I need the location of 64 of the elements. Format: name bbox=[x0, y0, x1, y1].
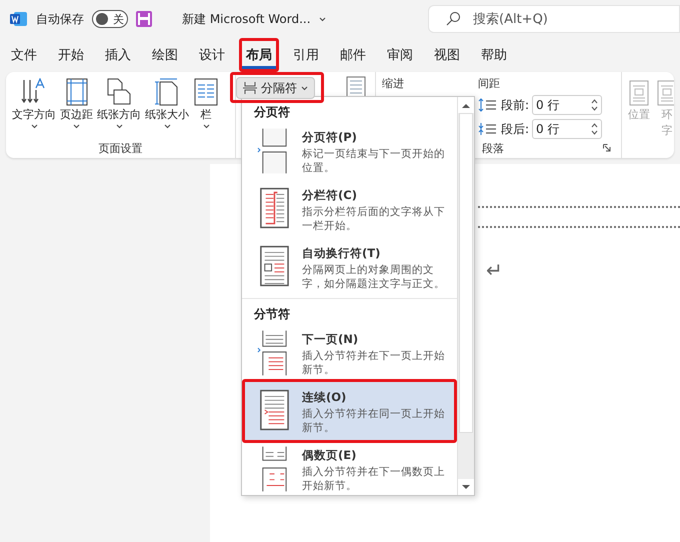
search-field[interactable]: 搜索(Alt+Q) bbox=[428, 5, 680, 33]
search-icon bbox=[445, 11, 461, 27]
ribbon-button[interactable]: 栏 bbox=[193, 76, 219, 140]
ribbon-tab[interactable]: 视图 bbox=[427, 38, 467, 72]
space-after-icon bbox=[478, 122, 498, 136]
caret-icon bbox=[30, 124, 38, 129]
menu-item[interactable]: 分栏符(C) 指示分栏符后面的文字将从下一栏开始。 bbox=[245, 180, 454, 238]
spacing-label: 段前: bbox=[501, 96, 530, 114]
section-heading: 分页符 bbox=[242, 97, 457, 122]
ribbon-tab[interactable]: 设计 bbox=[192, 38, 232, 72]
spin-field[interactable]: 0 行 bbox=[532, 95, 602, 115]
scroll-up-button[interactable] bbox=[458, 97, 474, 113]
menu-item[interactable]: 偶数页(E) 插入分节符并在下一偶数页上开始新节。 bbox=[245, 440, 454, 495]
paper-size-icon bbox=[154, 78, 180, 106]
paragraph-mark: ↵ bbox=[486, 258, 504, 282]
ribbon-tab[interactable]: 文件 bbox=[4, 38, 44, 72]
orientation-icon bbox=[106, 78, 132, 106]
ribbon-tab[interactable]: 引用 bbox=[286, 38, 326, 72]
line-numbers-icon[interactable] bbox=[346, 76, 366, 98]
ribbon-tab[interactable]: 邮件 bbox=[333, 38, 373, 72]
menu-item[interactable]: 下一页(N) 插入分节符并在下一页上开始新节。 bbox=[245, 324, 454, 382]
caret-icon bbox=[73, 124, 80, 129]
caret-icon bbox=[164, 124, 170, 129]
ribbon-tab[interactable]: 绘图 bbox=[145, 38, 185, 72]
breaks-icon bbox=[243, 82, 257, 94]
scroll-down-button[interactable] bbox=[458, 479, 474, 495]
breaks-button[interactable]: 分隔符 bbox=[236, 77, 315, 99]
spacing-label: 间距 bbox=[478, 76, 501, 91]
menu-item[interactable]: 分页符(P) 标记一页结束与下一页开始的位置。 bbox=[245, 122, 454, 180]
save-icon[interactable] bbox=[136, 11, 152, 27]
ribbon-tab[interactable]: 审阅 bbox=[380, 38, 420, 72]
ribbon-tab[interactable]: 帮助 bbox=[474, 38, 514, 72]
position-icon bbox=[628, 80, 650, 106]
group-label: 段落 bbox=[482, 140, 504, 156]
caret-icon bbox=[116, 124, 122, 129]
ribbon-tab[interactable]: 插入 bbox=[98, 38, 138, 72]
caret-icon bbox=[202, 124, 210, 129]
autosave-label: 自动保存 bbox=[36, 10, 84, 28]
up-arrow-icon bbox=[462, 102, 470, 108]
caret-icon bbox=[301, 86, 308, 90]
ribbon-tab[interactable]: 开始 bbox=[51, 38, 91, 72]
indent-label: 缩进 bbox=[382, 76, 404, 91]
spin-arrows-icon[interactable] bbox=[591, 98, 598, 112]
menu-item[interactable]: 自动换行符(T) 分隔网页上的对象周围的文字，如分隔题注文字与正文。 bbox=[245, 238, 454, 296]
menu-item[interactable]: 连续(O) 插入分节符并在同一页上开始新节。 bbox=[245, 382, 454, 440]
spacing-label: 段后: bbox=[501, 120, 530, 138]
document-title[interactable]: 新建 Microsoft Word... bbox=[182, 10, 311, 28]
autosave-toggle[interactable]: 关 bbox=[92, 10, 128, 28]
ribbon-tab[interactable]: 布局 bbox=[239, 38, 279, 72]
ribbon-button[interactable]: 文字方向 bbox=[12, 76, 56, 140]
down-arrow-icon bbox=[462, 484, 470, 490]
columns-icon bbox=[193, 78, 219, 106]
space-before-icon bbox=[478, 98, 498, 112]
group-label: 页面设置 bbox=[98, 140, 142, 156]
scrollbar-thumb[interactable] bbox=[459, 113, 473, 433]
ribbon-button[interactable]: 纸张方向 bbox=[97, 76, 141, 140]
dropdown-caret-icon bbox=[318, 16, 326, 22]
spin-field[interactable]: 0 行 bbox=[532, 119, 602, 139]
margins-icon bbox=[64, 78, 90, 106]
ribbon-button[interactable]: 页边距 bbox=[60, 76, 93, 140]
word-app-icon[interactable] bbox=[10, 11, 28, 27]
ribbon-button[interactable]: 纸张大小 bbox=[145, 76, 189, 140]
spin-arrows-icon[interactable] bbox=[591, 122, 598, 136]
dialog-launcher-icon[interactable] bbox=[603, 144, 611, 152]
